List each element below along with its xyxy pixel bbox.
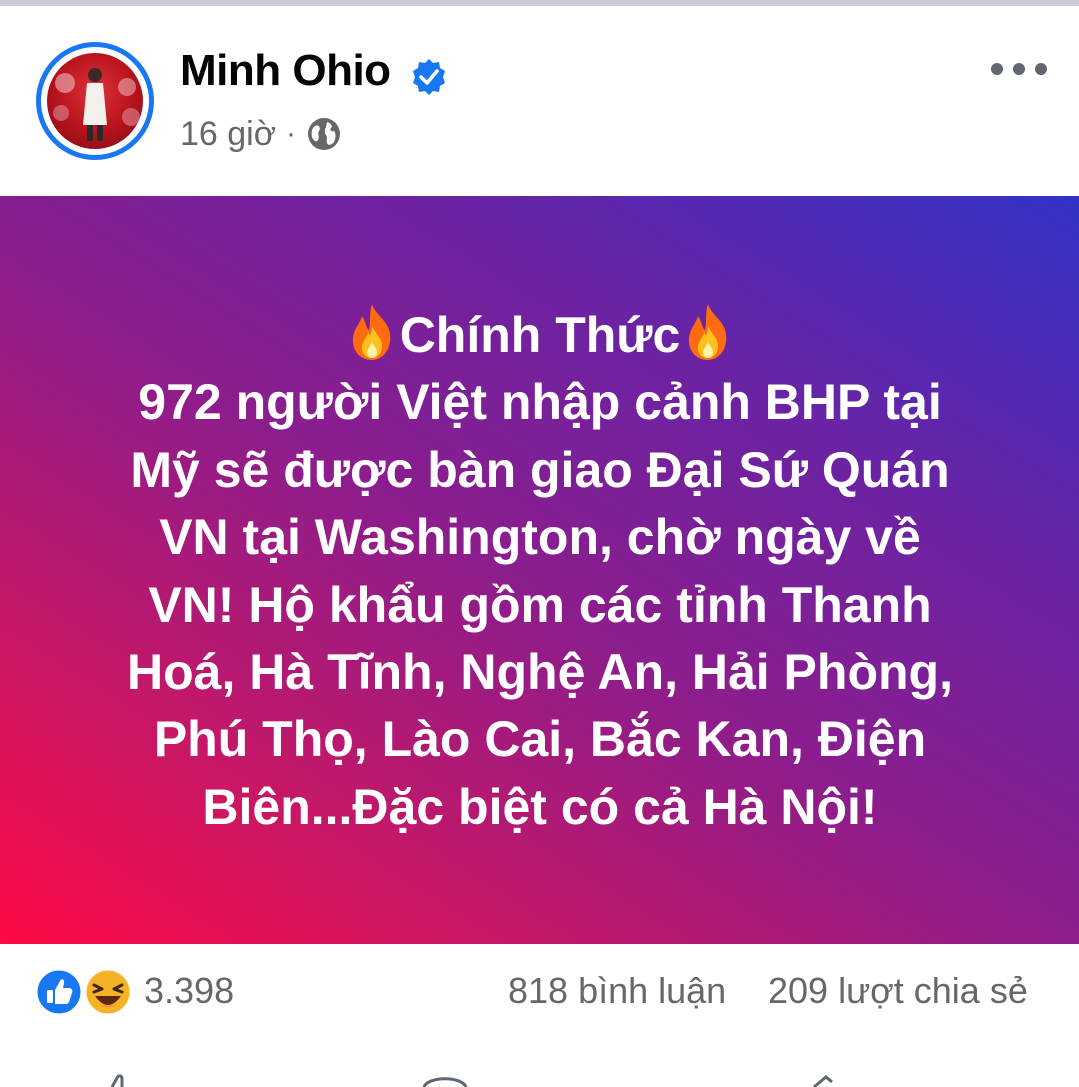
haha-icon [83, 967, 133, 1017]
fire-icon [352, 304, 390, 360]
post-title: Chính Thức [399, 307, 681, 363]
like-action-icon [110, 1074, 124, 1087]
reaction-icons[interactable] [34, 966, 144, 1018]
more-options-icon[interactable] [988, 54, 1050, 84]
comments-count-link[interactable]: 818 bình luận [508, 970, 726, 1012]
post-body-line: 972 người Việt nhập cảnh BHP tại [138, 374, 942, 431]
post-title-line: Chính Thức [60, 302, 1020, 369]
post-body-line: Biên...Đặc biệt có cả Hà Nội! [202, 778, 878, 835]
post-body-line: Hoá, Hà Tĩnh, Nghệ An, Hải Phòng, [127, 644, 953, 701]
action-bar-peek [110, 1074, 833, 1087]
avatar-image [47, 53, 143, 149]
post-background-card: Chính Thức 972 người Việt nhập cảnh BHP … [0, 196, 1079, 944]
post-body-line: Phú Thọ, Lào Cai, Bắc Kan, Điện [153, 711, 927, 768]
share-action-icon [813, 1075, 833, 1087]
post-body-line: VN tại Washington, chờ ngày về [159, 509, 921, 566]
post-body-line: VN! Hộ khẩu gồm các tỉnh Thanh [148, 576, 932, 633]
reaction-count[interactable]: 3.398 [144, 970, 234, 1012]
verified-badge-icon [413, 59, 445, 95]
author-name[interactable]: Minh Ohio [180, 46, 391, 96]
like-icon [34, 967, 84, 1017]
avatar-figure-icon [53, 68, 140, 141]
post-text: Chính Thức 972 người Việt nhập cảnh BHP … [60, 302, 1020, 841]
post-time[interactable]: 16 giờ [180, 115, 276, 154]
post-meta: 16 giờ · [180, 112, 342, 156]
shares-count-link[interactable]: 209 lượt chia sẻ [768, 970, 1028, 1012]
meta-separator: · [286, 117, 297, 150]
avatar[interactable] [36, 42, 154, 160]
post-body-line: Mỹ sẽ được bàn giao Đại Sứ Quán [130, 441, 950, 498]
fire-icon [689, 304, 727, 360]
comment-action-icon [422, 1077, 468, 1087]
post-header: Minh Ohio 16 giờ · [0, 6, 1079, 196]
globe-icon[interactable] [306, 116, 342, 152]
